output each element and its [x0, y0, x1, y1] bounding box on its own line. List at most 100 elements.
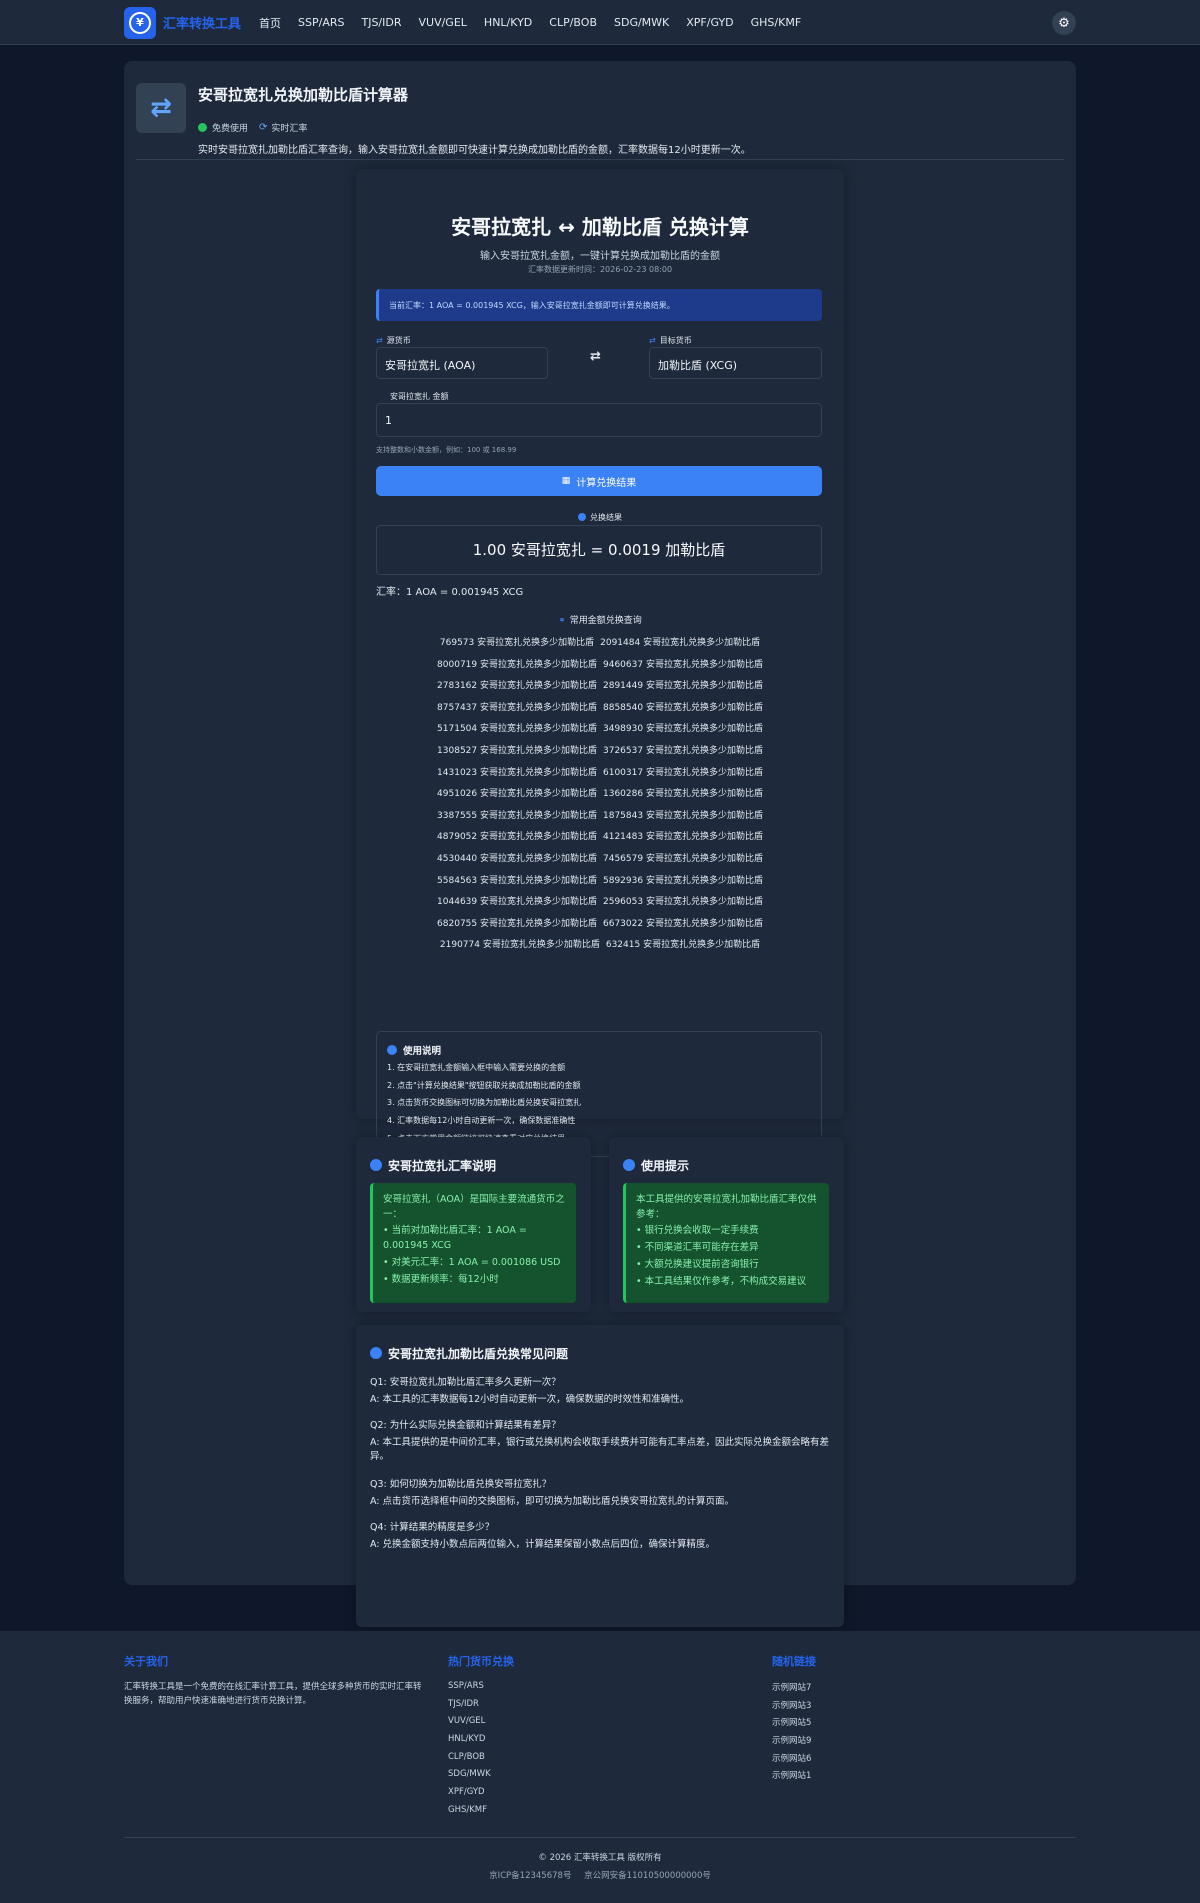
guide-item: 1. 在安哥拉宽扎金额输入框中输入需要兑换的金额	[387, 1063, 566, 1072]
common-link[interactable]: 1308527 安哥拉宽扎兑换多少加勒比盾	[437, 743, 597, 765]
faq-item: Q4: 计算结果的精度是多少？ A: 兑换金额支持小数点后两位输入，计算结果保留…	[370, 1521, 830, 1552]
common-title-text: 常用金额兑换查询	[569, 616, 642, 626]
common-link[interactable]: 2091484 安哥拉宽扎兑换多少加勒比盾	[600, 635, 760, 657]
footer-random-title: 随机链接	[772, 1655, 816, 1668]
footer-link[interactable]: 示例网站5	[772, 1716, 816, 1734]
target-currency-select[interactable]: 加勒比盾 (XCG)	[649, 347, 822, 379]
common-link[interactable]: 2596053 安哥拉宽扎兑换多少加勒比盾	[603, 894, 763, 916]
usage-tips-card: 使用提示 本工具提供的安哥拉宽扎加勒比盾汇率仅供参考： • 银行兑换会收取一定手…	[609, 1137, 844, 1312]
common-link[interactable]: 5892936 安哥拉宽扎兑换多少加勒比盾	[603, 873, 763, 895]
common-link[interactable]: 4121483 安哥拉宽扎兑换多少加勒比盾	[603, 829, 763, 851]
amount-hint: 支持整数和小数金额，例如：100 或 168.99	[376, 446, 517, 454]
common-link[interactable]: 4530440 安哥拉宽扎兑换多少加勒比盾	[437, 851, 597, 873]
footer-link[interactable]: GHS/KMF	[448, 1805, 514, 1823]
common-link[interactable]: 4879052 安哥拉宽扎兑换多少加勒比盾	[437, 829, 597, 851]
hero-badges: 免费使用 ⟳ 实时汇率	[198, 121, 307, 134]
nav-link-sdg-mwk[interactable]: SDG/MWK	[614, 16, 669, 29]
footer: 关于我们 汇率转换工具是一个免费的在线汇率计算工具，提供全球多种货币的实时汇率转…	[0, 1631, 1200, 1903]
footer-link[interactable]: TJS/IDR	[448, 1699, 514, 1717]
common-link[interactable]: 1360286 安哥拉宽扎兑换多少加勒比盾	[603, 786, 763, 808]
common-link[interactable]: 8858540 安哥拉宽扎兑换多少加勒比盾	[603, 700, 763, 722]
common-link[interactable]: 6100317 安哥拉宽扎兑换多少加勒比盾	[603, 765, 763, 787]
common-link[interactable]: 3387555 安哥拉宽扎兑换多少加勒比盾	[437, 808, 597, 830]
common-link[interactable]: 3498930 安哥拉宽扎兑换多少加勒比盾	[603, 721, 763, 743]
common-link[interactable]: 1875843 安哥拉宽扎兑换多少加勒比盾	[603, 808, 763, 830]
common-link[interactable]: 5584563 安哥拉宽扎兑换多少加勒比盾	[437, 873, 597, 895]
swap-currency-icon[interactable]: ⇄	[590, 349, 601, 364]
footer-link[interactable]: XPF/GYD	[448, 1787, 514, 1805]
footer-link[interactable]: 示例网站6	[772, 1752, 816, 1770]
update-time: 汇率数据更新时间：2026-02-23 08:00	[527, 265, 673, 274]
faq-title: 安哥拉宽扎加勒比盾兑换常见问题	[370, 1345, 568, 1362]
common-link[interactable]: 2190774 安哥拉宽扎兑换多少加勒比盾	[440, 937, 600, 959]
common-link[interactable]: 9460637 安哥拉宽扎兑换多少加勒比盾	[603, 657, 763, 679]
common-link[interactable]: 2891449 安哥拉宽扎兑换多少加勒比盾	[603, 678, 763, 700]
footer-link[interactable]: CLP/BOB	[448, 1752, 514, 1770]
calculator-icon: ▦	[561, 476, 571, 486]
calculate-button[interactable]: ▦ 计算兑换结果	[376, 466, 822, 496]
common-link[interactable]: 6820755 安哥拉宽扎兑换多少加勒比盾	[437, 916, 597, 938]
footer-link[interactable]: 示例网站7	[772, 1681, 816, 1699]
calculator-title: 安哥拉宽扎 ↔ 加勒比盾 兑换计算	[451, 215, 749, 239]
footer-link[interactable]: 示例网站9	[772, 1734, 816, 1752]
common-link[interactable]: 632415 安哥拉宽扎兑换多少加勒比盾	[606, 937, 760, 959]
common-link[interactable]: 769573 安哥拉宽扎兑换多少加勒比盾	[440, 635, 594, 657]
nav-link-tjs-idr[interactable]: TJS/IDR	[361, 16, 401, 29]
police-number[interactable]: 京公网安备11010500000000号	[584, 1871, 711, 1881]
footer-divider	[124, 1837, 1076, 1838]
calculator-panel: 安哥拉宽扎 ↔ 加勒比盾 兑换计算 输入安哥拉宽扎金额，一键计算兑换成加勒比盾的…	[356, 169, 844, 1157]
common-amounts-list: 769573 安哥拉宽扎兑换多少加勒比盾 2091484 安哥拉宽扎兑换多少加勒比…	[376, 635, 824, 959]
common-link[interactable]: 1431023 安哥拉宽扎兑换多少加勒比盾	[437, 765, 597, 787]
theme-toggle-button[interactable]: ⚙	[1052, 11, 1076, 35]
nav-link-ghs-kmf[interactable]: GHS/KMF	[751, 16, 802, 29]
nav-link-vuv-gel[interactable]: VUV/GEL	[419, 16, 467, 29]
faq-question: Q4: 计算结果的精度是多少？	[370, 1522, 495, 1533]
guide-item: 4. 汇率数据每12小时自动更新一次，确保数据准确性	[387, 1116, 576, 1126]
amount-label: 安哥拉宽扎 金额	[390, 392, 449, 401]
rate-info-card: 安哥拉宽扎汇率说明 安哥拉宽扎（AOA）是国际主要流通货币之一： • 当前对加勒…	[356, 1137, 591, 1312]
common-link[interactable]: 8000719 安哥拉宽扎兑换多少加勒比盾	[437, 657, 597, 679]
info-icon	[370, 1159, 382, 1171]
common-link[interactable]: 3726537 安哥拉宽扎兑换多少加勒比盾	[603, 743, 763, 765]
common-link[interactable]: 4951026 安哥拉宽扎兑换多少加勒比盾	[437, 786, 597, 808]
common-link[interactable]: 8757437 安哥拉宽扎兑换多少加勒比盾	[437, 700, 597, 722]
result-display: 1.00 安哥拉宽扎 = 0.0019 加勒比盾	[376, 525, 822, 575]
source-label-text: 源货币	[386, 336, 411, 345]
nav-link-xpf-gyd[interactable]: XPF/GYD	[686, 16, 733, 29]
common-link[interactable]: 2783162 安哥拉宽扎兑换多少加勒比盾	[437, 678, 597, 700]
nav-link-clp-bob[interactable]: CLP/BOB	[549, 16, 597, 29]
faq-question: Q3: 如何切换为加勒比盾兑换安哥拉宽扎？	[370, 1479, 552, 1490]
footer-link[interactable]: 示例网站3	[772, 1699, 816, 1717]
nav-link-hnl-kyd[interactable]: HNL/KYD	[484, 16, 532, 29]
rate-info-title: 安哥拉宽扎汇率说明	[370, 1157, 496, 1174]
source-currency-select[interactable]: 安哥拉宽扎 (AOA)	[376, 347, 548, 379]
common-row: 2783162 安哥拉宽扎兑换多少加勒比盾 2891449 安哥拉宽扎兑换多少加勒…	[376, 678, 824, 700]
common-row: 5584563 安哥拉宽扎兑换多少加勒比盾 5892936 安哥拉宽扎兑换多少加勒…	[376, 873, 824, 895]
page-title: 安哥拉宽扎兑换加勒比盾计算器	[198, 86, 409, 104]
page-description: 实时安哥拉宽扎加勒比盾汇率查询，输入安哥拉宽扎金额即可快速计算兑换成加勒比盾的金…	[198, 145, 751, 156]
icp-number[interactable]: 京ICP备12345678号	[489, 1871, 571, 1881]
rate-notice: 当前汇率：1 AOA = 0.001945 XCG，输入安哥拉宽扎金额即可计算兑…	[376, 289, 822, 321]
faq-section: 安哥拉宽扎加勒比盾兑换常见问题 Q1: 安哥拉宽扎加勒比盾汇率多久更新一次？ A…	[356, 1325, 844, 1627]
hero: ⇄ 安哥拉宽扎兑换加勒比盾计算器 免费使用 ⟳ 实时汇率 实时安哥拉宽扎加勒比盾…	[136, 83, 1064, 158]
common-row: 4530440 安哥拉宽扎兑换多少加勒比盾 7456579 安哥拉宽扎兑换多少加勒…	[376, 851, 824, 873]
faq-answer: A: 兑换金额支持小数点后两位输入，计算结果保留小数点后四位，确保计算精度。	[370, 1538, 716, 1550]
faq-item: Q1: 安哥拉宽扎加勒比盾汇率多久更新一次？ A: 本工具的汇率数据每12小时自…	[370, 1376, 830, 1407]
common-link[interactable]: 5171504 安哥拉宽扎兑换多少加勒比盾	[437, 721, 597, 743]
footer-link[interactable]: HNL/KYD	[448, 1734, 514, 1752]
source-currency-label: ⇄ 源货币	[376, 335, 411, 346]
common-link[interactable]: 6673022 安哥拉宽扎兑换多少加勒比盾	[603, 916, 763, 938]
footer-link[interactable]: SSP/ARS	[448, 1681, 514, 1699]
nav-link-ssp-ars[interactable]: SSP/ARS	[298, 16, 344, 29]
common-link[interactable]: 7456579 安哥拉宽扎兑换多少加勒比盾	[603, 851, 763, 873]
common-link[interactable]: 1044639 安哥拉宽扎兑换多少加勒比盾	[437, 894, 597, 916]
common-amounts-title: ⚭ 常用金额兑换查询	[356, 613, 844, 626]
amount-input[interactable]: 1	[376, 403, 822, 437]
footer-link[interactable]: VUV/GEL	[448, 1716, 514, 1734]
nav-link-home[interactable]: 首页	[259, 15, 281, 31]
brand-logo[interactable]: ¥ 汇率转换工具	[124, 6, 241, 39]
footer-link[interactable]: 示例网站1	[772, 1769, 816, 1787]
footer-link[interactable]: SDG/MWK	[448, 1769, 514, 1787]
info-icon	[623, 1159, 635, 1171]
common-row: 4951026 安哥拉宽扎兑换多少加勒比盾 1360286 安哥拉宽扎兑换多少加勒…	[376, 786, 824, 808]
